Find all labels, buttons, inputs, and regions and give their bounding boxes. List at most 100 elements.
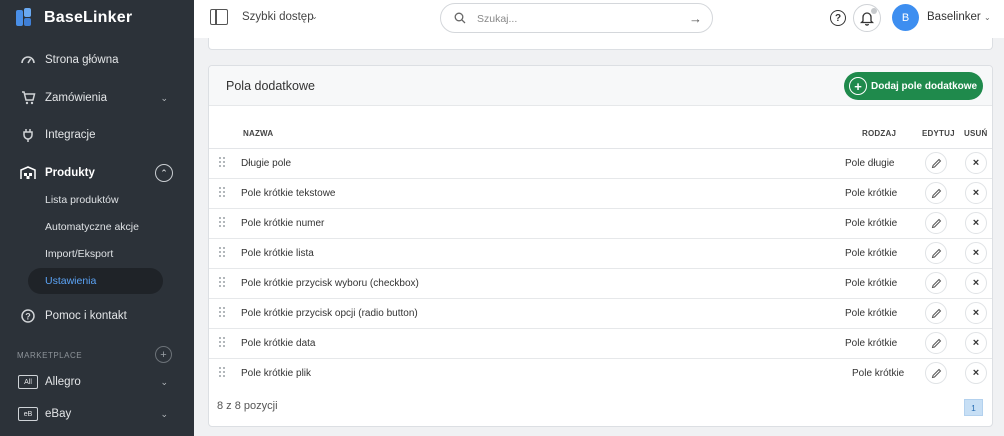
edit-field-button[interactable] — [925, 332, 947, 354]
sidebar-subitem-settings[interactable]: Ustawienia — [45, 273, 96, 289]
close-icon: × — [972, 187, 980, 199]
previous-card-edge — [208, 38, 993, 50]
field-type: Pole długie — [845, 158, 895, 169]
drag-handle-icon[interactable] — [219, 247, 225, 259]
drag-handle-icon[interactable] — [219, 337, 225, 349]
drag-handle-icon[interactable] — [219, 187, 225, 199]
add-extra-field-button[interactable]: + Dodaj pole dodatkowe — [844, 72, 983, 100]
sidebar-item-label: Pomoc i kontakt — [45, 310, 127, 322]
pencil-icon — [931, 308, 941, 318]
edit-field-button[interactable] — [925, 152, 947, 174]
edit-field-button[interactable] — [925, 212, 947, 234]
pagination-page-1[interactable]: 1 — [964, 399, 983, 416]
drag-handle-icon[interactable] — [219, 217, 225, 229]
delete-field-button[interactable]: × — [965, 212, 987, 234]
field-type: Pole krótkie — [852, 368, 905, 379]
sidebar-subitem-product-list[interactable]: Lista produktów — [45, 192, 119, 208]
column-header-delete: USUŃ — [964, 129, 988, 138]
chevron-up-icon: ⌃ — [160, 167, 168, 178]
sidebar-item-integrations[interactable]: Integracje — [0, 125, 194, 145]
add-button-label: Dodaj pole dodatkowe — [871, 80, 978, 92]
dashboard-icon — [20, 52, 36, 68]
edit-field-button[interactable] — [925, 182, 947, 204]
collapse-products-button[interactable]: ⌃ — [155, 164, 173, 182]
table-row: Pole krótkie numer Pole krótkie × — [209, 209, 992, 239]
field-type: Pole krótkie — [845, 218, 898, 229]
baselinker-logo-icon — [16, 8, 38, 28]
chevron-down-icon: ⌄ — [311, 12, 318, 21]
sidebar-subitem-import-export[interactable]: Import/Eksport — [45, 246, 113, 262]
delete-field-button[interactable]: × — [965, 182, 987, 204]
allegro-badge-icon: All — [18, 375, 38, 389]
sidebar-item-ebay[interactable]: eB eBay ⌄ — [0, 404, 194, 424]
close-icon: × — [972, 337, 980, 349]
quick-access-dropdown[interactable]: Szybki dostęp — [242, 11, 314, 23]
drag-handle-icon[interactable] — [219, 157, 225, 169]
close-icon: × — [972, 247, 980, 259]
svg-text:?: ? — [25, 312, 31, 322]
table-row: Pole krótkie przycisk opcji (radio butto… — [209, 299, 992, 329]
search-box: → — [440, 3, 713, 33]
delete-field-button[interactable]: × — [965, 332, 987, 354]
layout-toggle-icon[interactable] — [210, 9, 228, 25]
close-icon: × — [972, 277, 980, 289]
sidebar-item-label: Produkty — [45, 167, 95, 179]
brand-name: BaseLinker — [44, 9, 133, 26]
ebay-badge-icon: eB — [18, 407, 38, 421]
delete-field-button[interactable]: × — [965, 242, 987, 264]
sidebar-item-orders[interactable]: Zamówienia ⌄ — [0, 88, 194, 108]
arrow-right-icon[interactable]: → — [689, 11, 702, 26]
chevron-down-icon: ⌄ — [984, 13, 991, 22]
table-row: Pole krótkie plik Pole krótkie × — [209, 359, 992, 389]
cart-icon — [20, 90, 36, 106]
field-name: Pole krótkie data — [241, 338, 316, 349]
delete-field-button[interactable]: × — [965, 272, 987, 294]
chevron-down-icon: ⌄ — [160, 376, 168, 387]
field-name: Pole krótkie przycisk opcji (radio butto… — [241, 308, 418, 319]
sidebar-subitem-auto-actions[interactable]: Automatyczne akcje — [45, 219, 139, 235]
delete-field-button[interactable]: × — [965, 362, 987, 384]
edit-field-button[interactable] — [925, 272, 947, 294]
field-type: Pole krótkie — [845, 278, 898, 289]
pencil-icon — [931, 368, 941, 378]
search-input[interactable] — [477, 11, 677, 27]
brand-logo[interactable]: BaseLinker — [16, 8, 132, 28]
pencil-icon — [931, 218, 941, 228]
user-menu[interactable]: Baselinker — [927, 11, 981, 23]
chevron-down-icon: ⌄ — [160, 92, 168, 103]
edit-field-button[interactable] — [925, 302, 947, 324]
drag-handle-icon[interactable] — [219, 277, 225, 289]
extra-fields-panel: Pola dodatkowe + Dodaj pole dodatkowe NA… — [208, 65, 993, 427]
sidebar-item-label: Zamówienia — [45, 92, 107, 104]
sidebar-item-label: Integracje — [45, 129, 96, 141]
add-marketplace-button[interactable]: + — [155, 346, 172, 363]
edit-field-button[interactable] — [925, 242, 947, 264]
edit-field-button[interactable] — [925, 362, 947, 384]
sidebar-item-home[interactable]: Strona główna — [0, 50, 194, 70]
pencil-icon — [931, 188, 941, 198]
close-icon: × — [972, 157, 980, 169]
plus-circle-icon: + — [849, 77, 867, 95]
delete-field-button[interactable]: × — [965, 152, 987, 174]
drag-handle-icon[interactable] — [219, 307, 225, 319]
help-button[interactable]: ? — [830, 10, 846, 26]
warehouse-icon — [20, 165, 36, 181]
close-icon: × — [972, 217, 980, 229]
sidebar-item-allegro[interactable]: All Allegro ⌄ — [0, 372, 194, 392]
field-name: Pole krótkie plik — [241, 368, 312, 379]
sidebar-item-help[interactable]: ? Pomoc i kontakt — [0, 306, 194, 326]
field-name: Pole krótkie lista — [241, 248, 314, 259]
notification-dot — [871, 8, 877, 14]
delete-field-button[interactable]: × — [965, 302, 987, 324]
table-row: Długie pole Pole długie × — [209, 149, 992, 179]
table-row: Pole krótkie data Pole krótkie × — [209, 329, 992, 359]
column-header-name: NAZWA — [243, 129, 274, 138]
field-type: Pole krótkie — [845, 338, 898, 349]
notifications-button[interactable] — [853, 4, 881, 32]
field-name: Pole krótkie tekstowe — [241, 188, 336, 199]
column-header-edit: EDYTUJ — [922, 129, 955, 138]
panel-title: Pola dodatkowe — [226, 79, 315, 93]
sidebar: BaseLinker Strona główna Zamówienia ⌄ In… — [0, 0, 194, 436]
drag-handle-icon[interactable] — [219, 367, 225, 379]
avatar[interactable]: B — [892, 4, 919, 31]
